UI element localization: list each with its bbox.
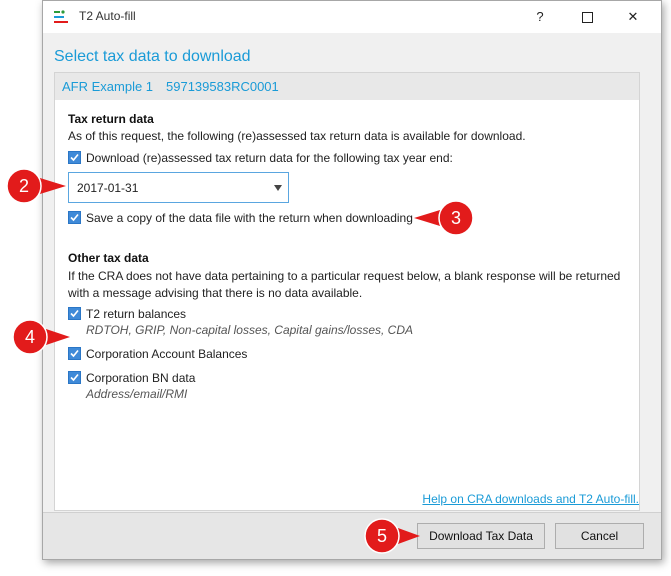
tax-year-end-select[interactable]: 2017-01-31	[68, 172, 289, 203]
other-tax-data-title: Other tax data	[68, 251, 149, 265]
download-tax-return-checkbox[interactable]	[68, 151, 81, 164]
t2-autofill-dialog: T2 Auto-fill ? ✕ Select tax data to down…	[42, 0, 662, 560]
content-panel: AFR Example 1 597139583RC0001 Tax return…	[54, 72, 640, 511]
dropdown-arrow-icon	[274, 185, 282, 191]
other-tax-data-description-2: with a message advising that there is no…	[68, 286, 363, 300]
corporation-bn-data-label: Corporation BN data	[86, 370, 196, 385]
app-logo-icon	[54, 10, 68, 23]
help-cra-downloads-link[interactable]: Help on CRA downloads and T2 Auto-fill.	[422, 492, 639, 506]
t2-return-balances-detail: RDTOH, GRIP, Non-capital losses, Capital…	[86, 323, 414, 337]
entity-business-number: 597139583RC0001	[166, 79, 279, 94]
save-copy-checkbox[interactable]	[68, 211, 81, 224]
callout-3: 3	[414, 200, 474, 236]
checkmark-icon	[70, 373, 79, 382]
callout-5: 5	[364, 518, 420, 554]
checkmark-icon	[70, 153, 79, 162]
help-button[interactable]: ?	[517, 1, 563, 33]
corporation-account-balances-checkbox-row[interactable]: Corporation Account Balances	[68, 346, 247, 361]
t2-return-balances-label: T2 return balances	[86, 306, 187, 321]
tax-return-description: As of this request, the following (re)as…	[68, 129, 526, 143]
callout-4: 4	[12, 319, 70, 355]
checkmark-icon	[70, 213, 79, 222]
checkmark-icon	[70, 349, 79, 358]
checkmark-icon	[70, 309, 79, 318]
callout-4-number: 4	[24, 327, 35, 347]
corporation-bn-data-checkbox-row[interactable]: Corporation BN data	[68, 370, 195, 385]
close-button[interactable]: ✕	[610, 1, 656, 33]
dialog-heading: Select tax data to download	[54, 48, 251, 65]
other-tax-data-description-1: If the CRA does not have data pertaining…	[68, 269, 621, 283]
download-tax-data-button[interactable]: Download Tax Data	[417, 523, 545, 549]
title-bar: T2 Auto-fill ? ✕	[43, 1, 661, 33]
entity-name: AFR Example 1	[62, 79, 154, 94]
t2-return-balances-checkbox-row[interactable]: T2 return balances	[68, 306, 186, 321]
tax-return-section-title: Tax return data	[68, 112, 154, 126]
tax-year-end-value: 2017-01-31	[77, 181, 139, 195]
download-tax-return-label: Download (re)assessed tax return data fo…	[86, 150, 453, 165]
corporation-bn-data-checkbox[interactable]	[68, 371, 81, 384]
cancel-button[interactable]: Cancel	[555, 523, 644, 549]
callout-5-number: 5	[376, 526, 387, 546]
maximize-icon	[581, 12, 593, 24]
entity-bar: AFR Example 1 597139583RC0001	[55, 73, 639, 100]
save-copy-checkbox-row[interactable]: Save a copy of the data file with the re…	[68, 210, 413, 225]
corporation-account-balances-checkbox[interactable]	[68, 347, 81, 360]
callout-2-number: 2	[18, 176, 29, 196]
download-tax-return-checkbox-row[interactable]: Download (re)assessed tax return data fo…	[68, 150, 453, 165]
window-title: T2 Auto-fill	[79, 9, 136, 23]
t2-return-balances-checkbox[interactable]	[68, 307, 81, 320]
callout-3-number: 3	[450, 208, 461, 228]
corporation-account-balances-label: Corporation Account Balances	[86, 346, 248, 361]
maximize-button[interactable]	[564, 1, 610, 33]
corporation-bn-data-detail: Address/email/RMI	[86, 387, 188, 401]
callout-2: 2	[6, 168, 66, 204]
save-copy-label: Save a copy of the data file with the re…	[86, 210, 413, 225]
